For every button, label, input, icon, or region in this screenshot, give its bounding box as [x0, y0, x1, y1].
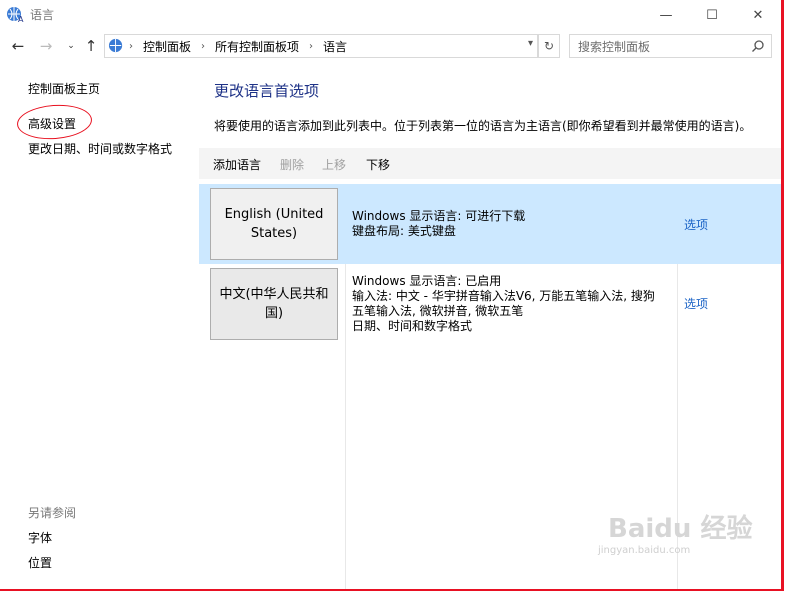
- language-toolbar: 添加语言 删除 上移 下移: [199, 148, 781, 179]
- language-button-chinese[interactable]: 中文(中华人民共和国): [210, 268, 338, 340]
- options-link-chinese[interactable]: 选项: [684, 295, 708, 312]
- display-language-status: Windows 显示语言: 已启用: [352, 274, 502, 288]
- see-also-heading: 另请参阅: [28, 506, 77, 520]
- sidebar-link-home[interactable]: 控制面板主页: [28, 80, 100, 97]
- language-info: Windows 显示语言: 可进行下载 键盘布局: 美式键盘: [352, 209, 525, 239]
- address-bar[interactable]: › 控制面板 › 所有控制面板项 › 语言 ▾: [104, 34, 538, 58]
- breadcrumb-language[interactable]: 语言: [323, 38, 347, 55]
- back-arrow-icon[interactable]: ←: [9, 36, 27, 56]
- minimize-button[interactable]: —: [643, 0, 689, 30]
- sidebar-link-date-time-format[interactable]: 更改日期、时间或数字格式: [28, 140, 172, 157]
- move-down-button[interactable]: 下移: [366, 156, 390, 173]
- breadcrumb-all-items[interactable]: 所有控制面板项: [215, 38, 299, 55]
- breadcrumb: › 控制面板 › 所有控制面板项 › 语言: [129, 38, 347, 55]
- search-placeholder: 搜索控制面板: [578, 40, 651, 54]
- up-arrow-icon[interactable]: ↑: [82, 36, 100, 56]
- refresh-icon[interactable]: ↻: [538, 34, 560, 58]
- search-icon[interactable]: [751, 39, 765, 53]
- svg-text:A: A: [18, 15, 24, 23]
- watermark-url: jingyan.baidu.com: [598, 545, 691, 556]
- options-link-english[interactable]: 选项: [684, 216, 708, 233]
- recent-locations-chevron-icon[interactable]: ⌄: [62, 36, 80, 56]
- control-panel-globe-icon: [108, 38, 123, 53]
- close-button[interactable]: ✕: [735, 0, 781, 30]
- address-dropdown-icon[interactable]: ▾: [528, 38, 533, 49]
- breadcrumb-control-panel[interactable]: 控制面板: [143, 38, 191, 55]
- sidebar-link-location[interactable]: 位置: [28, 554, 52, 571]
- navigation-bar: ← → ⌄ ↑ › 控制面板 › 所有控制面板项 › 语言 ▾ ↻ 搜索控制面板: [0, 31, 781, 61]
- date-time-number-format: 日期、时间和数字格式: [352, 319, 473, 333]
- sidebar-link-fonts[interactable]: 字体: [28, 529, 52, 546]
- keyboard-layout: 键盘布局: 美式键盘: [352, 224, 456, 238]
- breadcrumb-separator-icon[interactable]: ›: [201, 41, 205, 52]
- language-row-chinese[interactable]: 中文(中华人民共和国) Windows 显示语言: 已启用 输入法: 中文 - …: [199, 264, 781, 344]
- add-language-button[interactable]: 添加语言: [213, 156, 261, 173]
- page-title: 更改语言首选项: [214, 82, 320, 100]
- window-title: 语言: [30, 8, 55, 22]
- search-input[interactable]: 搜索控制面板: [569, 34, 772, 58]
- forward-arrow-icon[interactable]: →: [37, 36, 55, 56]
- language-globe-icon: A: [7, 7, 24, 23]
- title-bar: A 语言 — ☐ ✕: [0, 0, 781, 30]
- baidu-watermark-logo: Baidu 经验 jingyan.baidu.com: [598, 508, 753, 556]
- language-button-english[interactable]: English (United States): [210, 188, 338, 260]
- move-up-button[interactable]: 上移: [322, 156, 346, 173]
- breadcrumb-separator-icon[interactable]: ›: [129, 41, 133, 52]
- input-methods-continued: 五笔输入法, 微软拼音, 微软五笔: [352, 304, 524, 318]
- maximize-button[interactable]: ☐: [689, 0, 735, 30]
- watermark-brand: Baidu 经验: [608, 514, 753, 544]
- input-methods: 输入法: 中文 - 华宇拼音输入法V6, 万能五笔输入法, 搜狗: [352, 289, 655, 303]
- breadcrumb-separator-icon[interactable]: ›: [309, 41, 313, 52]
- language-info: Windows 显示语言: 已启用 输入法: 中文 - 华宇拼音输入法V6, 万…: [352, 274, 655, 334]
- page-description: 将要使用的语言添加到此列表中。位于列表第一位的语言为主语言(即你希望看到并最常使…: [214, 119, 752, 133]
- remove-button[interactable]: 删除: [280, 156, 304, 173]
- language-row-english[interactable]: English (United States) Windows 显示语言: 可进…: [199, 184, 781, 264]
- sidebar: 控制面板主页 高级设置 更改日期、时间或数字格式 另请参阅 字体 位置: [0, 62, 198, 589]
- display-language-status: Windows 显示语言: 可进行下载: [352, 209, 526, 223]
